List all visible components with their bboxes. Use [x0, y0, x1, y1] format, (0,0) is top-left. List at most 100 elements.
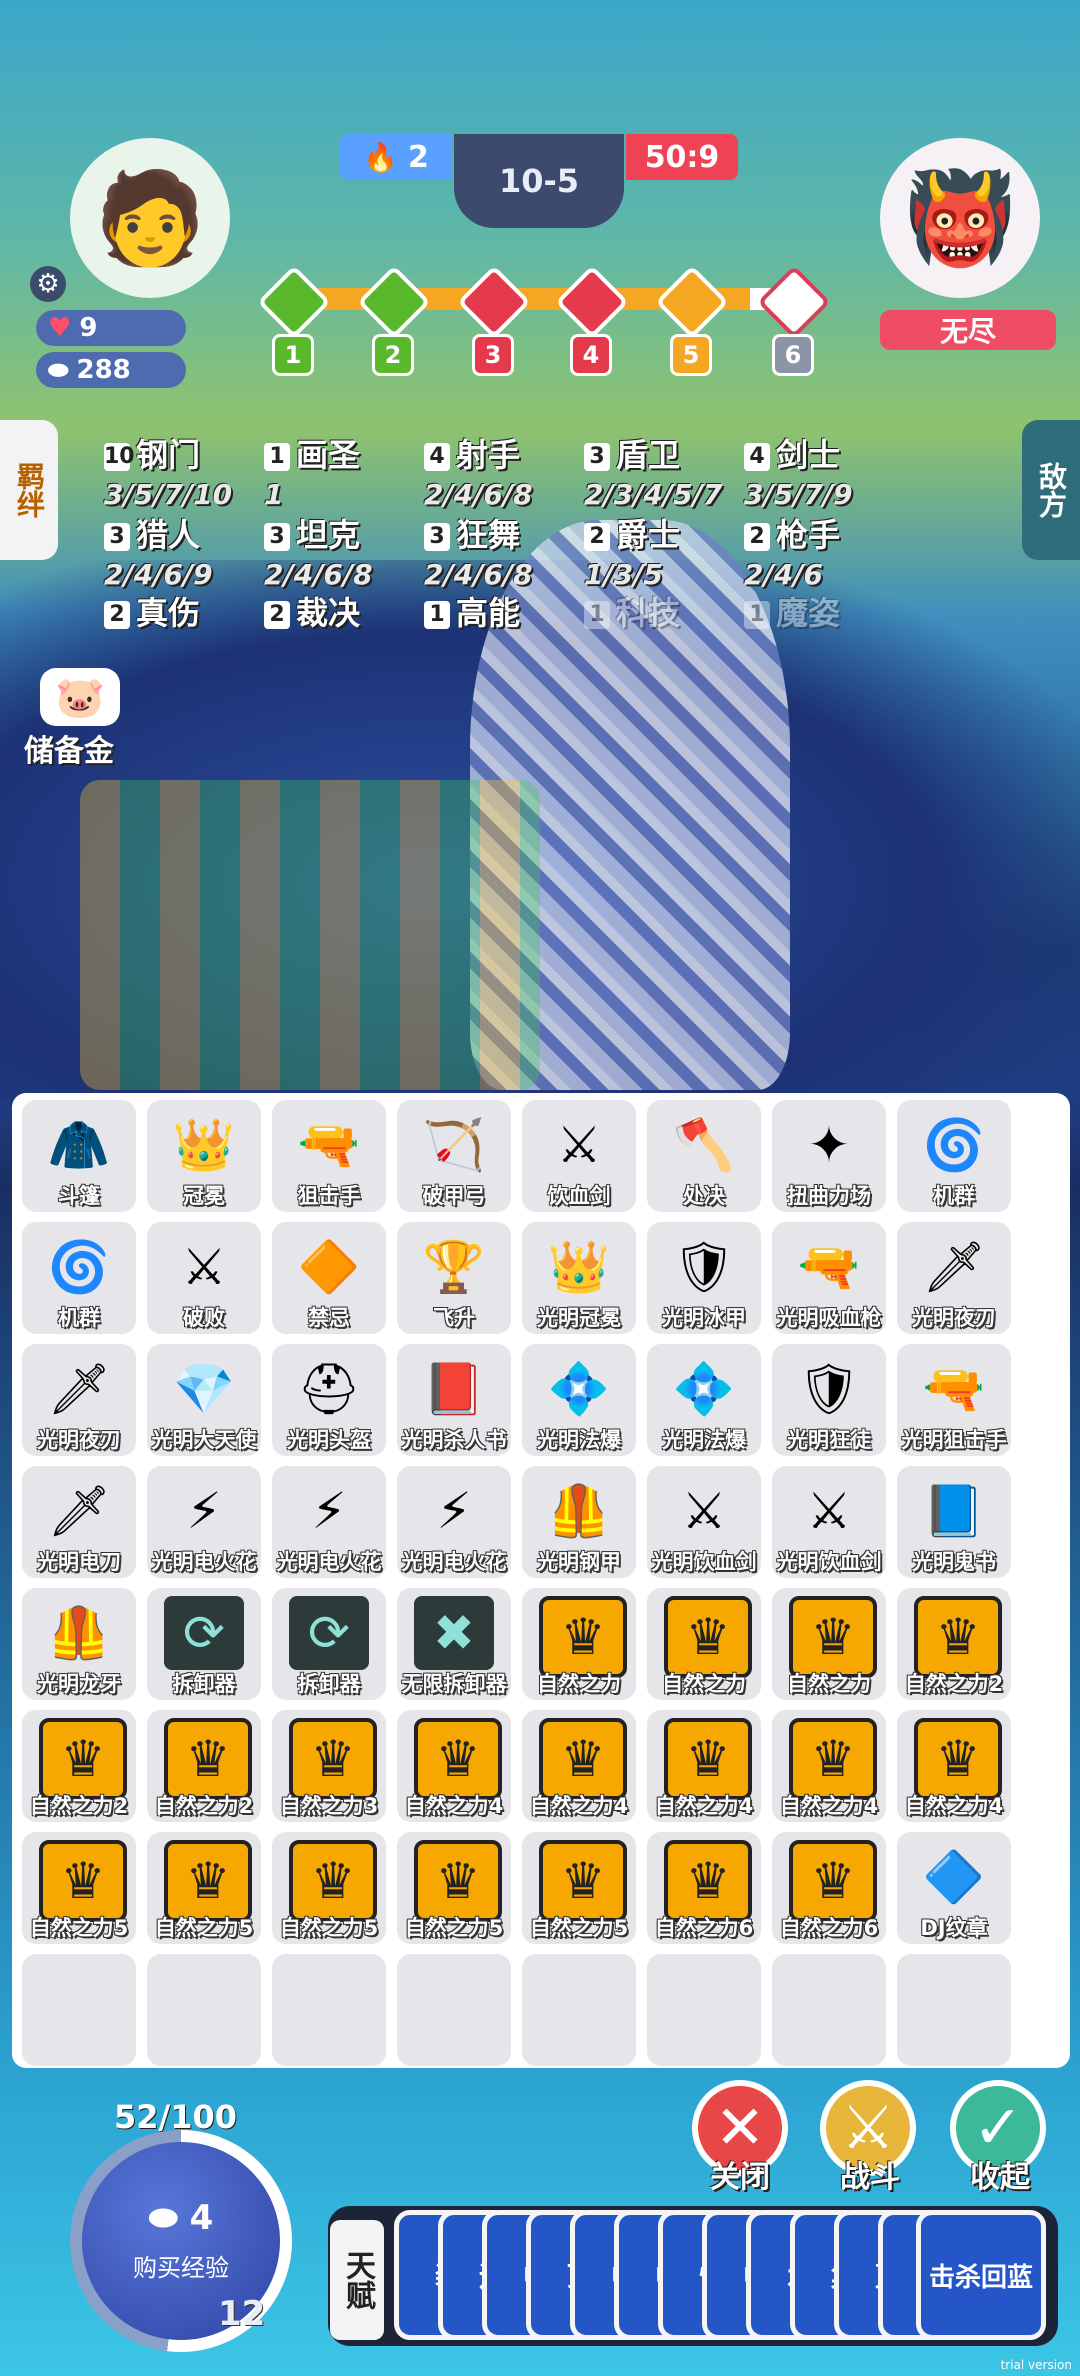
inventory-slot[interactable]: 🧥 斗篷 — [22, 1100, 136, 1212]
trait-item[interactable]: 2 裁决 — [264, 588, 360, 636]
inventory-slot[interactable]: 🗡 光明夜刃 — [22, 1344, 136, 1456]
trait-item[interactable]: 1 画圣 1 — [264, 430, 360, 511]
item-label: 光明狂徒 — [787, 1428, 871, 1452]
item-icon: ♛ — [539, 1840, 627, 1922]
empty-inventory-slot[interactable] — [22, 1954, 136, 2066]
enemy-avatar[interactable]: 👹 — [880, 138, 1040, 298]
trait-item[interactable]: 1 科技 — [584, 588, 680, 636]
inventory-slot[interactable]: ♛ 自然之力5 — [147, 1832, 261, 1944]
inventory-slot[interactable]: 🔫 光明狙击手 — [897, 1344, 1011, 1456]
inventory-slot[interactable]: 🗡 光明电刀 — [22, 1466, 136, 1578]
inventory-slot[interactable]: 👑 光明冠冕 — [522, 1222, 636, 1334]
inventory-slot[interactable]: ♛ 自然之力2 — [897, 1588, 1011, 1700]
tab-enemy[interactable]: 敌方 — [1022, 420, 1080, 560]
inventory-slot[interactable]: ♛ 自然之力 — [772, 1588, 886, 1700]
inventory-slot[interactable]: 🏹 破甲弓 — [397, 1100, 511, 1212]
inventory-slot[interactable]: 🦺 光明龙牙 — [22, 1588, 136, 1700]
inventory-slot[interactable]: ♛ 自然之力6 — [772, 1832, 886, 1944]
trait-item[interactable]: 10钢门 3/5/7/10 — [104, 430, 232, 511]
inventory-slot[interactable]: ⚡ 光明电火花 — [147, 1466, 261, 1578]
trait-tiers: 2/4/6/8 — [424, 478, 533, 511]
inventory-slot[interactable]: ♛ 自然之力2 — [22, 1710, 136, 1822]
inventory-slot[interactable]: ♛ 自然之力4 — [897, 1710, 1011, 1822]
inventory-slot[interactable]: 🦺 光明钢甲 — [522, 1466, 636, 1578]
inventory-slot[interactable]: ⚔ 光明饮血剑 — [647, 1466, 761, 1578]
trait-item[interactable]: 4 射手 2/4/6/8 — [424, 430, 533, 511]
tab-bonds[interactable]: 羁绊 — [0, 420, 58, 560]
inventory-slot[interactable]: ♛ 自然之力4 — [397, 1710, 511, 1822]
item-label: 禁忌 — [308, 1306, 350, 1330]
inventory-slot[interactable]: 📘 光明鬼书 — [897, 1466, 1011, 1578]
trait-item[interactable]: 1 魔姿 — [744, 588, 840, 636]
inventory-slot[interactable]: ♛ 自然之力2 — [147, 1710, 261, 1822]
talent-header[interactable]: 天赋 — [330, 2220, 384, 2340]
talent-card[interactable]: 击杀回蓝 — [916, 2210, 1046, 2340]
inventory-slot[interactable]: 📕 光明杀人书 — [397, 1344, 511, 1456]
savings-piggy-icon[interactable]: 🐷 — [40, 668, 120, 726]
inventory-slot[interactable]: 🔷 DJ纹章 — [897, 1832, 1011, 1944]
trait-item[interactable]: 2 枪手 2/4/6 — [744, 510, 840, 591]
inventory-slot[interactable]: 🗡 光明夜刃 — [897, 1222, 1011, 1334]
empty-inventory-slot[interactable] — [772, 1954, 886, 2066]
empty-inventory-slot[interactable] — [272, 1954, 386, 2066]
inventory-slot[interactable]: 🛡 光明狂徒 — [772, 1344, 886, 1456]
inventory-slot[interactable]: ⟳ 拆卸器 — [147, 1588, 261, 1700]
empty-inventory-slot[interactable] — [522, 1954, 636, 2066]
inventory-slot[interactable]: ♛ 自然之力6 — [647, 1832, 761, 1944]
inventory-slot[interactable]: ⟳ 拆卸器 — [272, 1588, 386, 1700]
empty-inventory-slot[interactable] — [147, 1954, 261, 2066]
inventory-slot[interactable]: ♛ 自然之力5 — [22, 1832, 136, 1944]
inventory-slot[interactable]: 💠 光明法爆 — [522, 1344, 636, 1456]
inventory-slot[interactable]: ♛ 自然之力5 — [397, 1832, 511, 1944]
inventory-slot[interactable]: ♛ 自然之力4 — [522, 1710, 636, 1822]
inventory-slot[interactable]: ♛ 自然之力3 — [272, 1710, 386, 1822]
item-label: 自然之力4 — [779, 1794, 879, 1818]
trait-item[interactable]: 3 狂舞 2/4/6/8 — [424, 510, 533, 591]
inventory-slot[interactable]: 🏆 飞升 — [397, 1222, 511, 1334]
inventory-slot[interactable]: 👑 冠冕 — [147, 1100, 261, 1212]
inventory-slot[interactable]: ♛ 自然之力 — [522, 1588, 636, 1700]
inventory-slot[interactable]: ⚔ 饮血剑 — [522, 1100, 636, 1212]
player-avatar[interactable]: 🧑 — [70, 138, 230, 298]
inventory-slot[interactable]: ♛ 自然之力4 — [772, 1710, 886, 1822]
inventory-slot[interactable]: ✖ 无限拆卸器 — [397, 1588, 511, 1700]
inventory-slot[interactable]: ⚡ 光明电火花 — [397, 1466, 511, 1578]
item-icon: 🏆 — [422, 1237, 486, 1296]
item-label: 自然之力5 — [404, 1916, 504, 1940]
inventory-slot[interactable]: ⛑ 光明头盔 — [272, 1344, 386, 1456]
empty-inventory-slot[interactable] — [897, 1954, 1011, 2066]
inventory-slot[interactable]: ✦ 扭曲力场 — [772, 1100, 886, 1212]
inventory-slot[interactable]: ♛ 自然之力4 — [647, 1710, 761, 1822]
item-label: 光明电刀 — [37, 1550, 121, 1574]
progress-node — [555, 265, 629, 339]
inventory-slot[interactable]: 🌀 机群 — [897, 1100, 1011, 1212]
settings-gear-icon[interactable]: ⚙ — [30, 266, 66, 302]
inventory-slot[interactable]: 🔶 禁忌 — [272, 1222, 386, 1334]
trait-item[interactable]: 4 剑士 3/5/7/9 — [744, 430, 853, 511]
inventory-slot[interactable]: 🪓 处决 — [647, 1100, 761, 1212]
empty-inventory-slot[interactable] — [647, 1954, 761, 2066]
empty-inventory-slot[interactable] — [397, 1954, 511, 2066]
trait-item[interactable]: 2 真伤 — [104, 588, 200, 636]
inventory-slot[interactable]: 💠 光明法爆 — [647, 1344, 761, 1456]
inventory-slot[interactable]: 🛡 光明冰甲 — [647, 1222, 761, 1334]
trait-item[interactable]: 3 猎人 2/4/6/9 — [104, 510, 213, 591]
inventory-slot[interactable]: 🔫 光明吸血枪 — [772, 1222, 886, 1334]
inventory-slot[interactable]: ♛ 自然之力5 — [522, 1832, 636, 1944]
item-icon: ♛ — [789, 1840, 877, 1922]
trait-item[interactable]: 1 高能 — [424, 588, 520, 636]
trait-item[interactable]: 3 坦克 2/4/6/8 — [264, 510, 373, 591]
item-label: 拆卸器 — [172, 1672, 236, 1696]
trait-name: 钢门 — [136, 436, 201, 474]
inventory-slot[interactable]: ⚔ 光明饮血剑 — [772, 1466, 886, 1578]
trait-item[interactable]: 2 爵士 1/3/5 — [584, 510, 680, 591]
savings-label: 储备金 — [24, 734, 114, 769]
inventory-slot[interactable]: 💎 光明大天使 — [147, 1344, 261, 1456]
inventory-slot[interactable]: 🔫 狙击手 — [272, 1100, 386, 1212]
inventory-slot[interactable]: ⚔ 破败 — [147, 1222, 261, 1334]
inventory-slot[interactable]: 🌀 机群 — [22, 1222, 136, 1334]
trait-item[interactable]: 3 盾卫 2/3/4/5/7 — [584, 430, 722, 511]
inventory-slot[interactable]: ♛ 自然之力 — [647, 1588, 761, 1700]
inventory-slot[interactable]: ⚡ 光明电火花 — [272, 1466, 386, 1578]
inventory-slot[interactable]: ♛ 自然之力5 — [272, 1832, 386, 1944]
